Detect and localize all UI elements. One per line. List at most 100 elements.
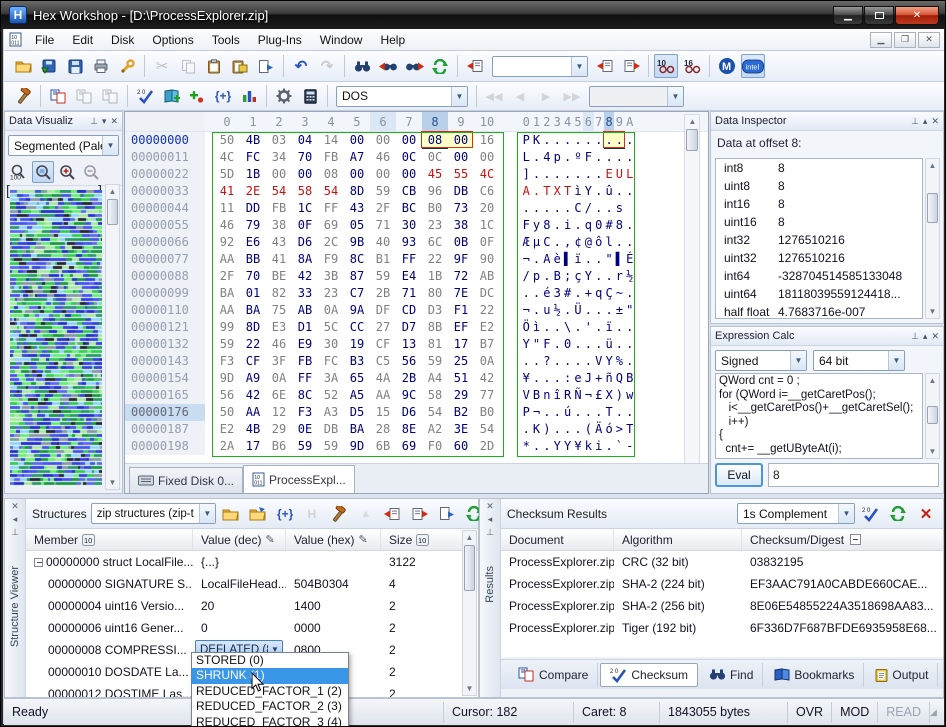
hex-byte[interactable]: 20 [474, 200, 500, 217]
ascii-char[interactable]: . [625, 149, 635, 166]
hex-byte[interactable]: A4 [422, 370, 448, 387]
hex-display-icon[interactable] [850, 534, 861, 545]
ascii-char[interactable]: . [542, 166, 552, 183]
ascii-char[interactable]: . [594, 132, 604, 149]
ascii-char[interactable]: ) [542, 421, 552, 438]
ascii-char[interactable]: . [614, 319, 624, 336]
bookmark-combobox[interactable]: ▼ [589, 86, 684, 107]
mdi-minimize-button[interactable]: ▁ [870, 32, 892, 48]
hex-byte[interactable]: 4A [370, 370, 396, 387]
ascii-char[interactable]: . [583, 404, 593, 421]
bit-width-combobox[interactable]: 64 bit▼ [813, 350, 905, 371]
ascii-char[interactable]: @ [583, 234, 593, 251]
ascii-char[interactable]: . [562, 132, 572, 149]
ascii-char[interactable]: " [604, 251, 614, 268]
copy-selection-button[interactable] [410, 504, 430, 524]
hex-byte[interactable]: 43 [266, 234, 292, 251]
ascii-char[interactable]: . [542, 200, 552, 217]
hex-byte[interactable]: FB [292, 353, 318, 370]
hex-byte[interactable]: 15 [370, 404, 396, 421]
ascii-char[interactable]: ¬ [583, 387, 593, 404]
hex-byte[interactable]: CB [396, 183, 422, 200]
hex-byte[interactable]: 43 [344, 200, 370, 217]
hex-byte[interactable]: 50 [214, 132, 240, 149]
collapse-node-icon[interactable] [34, 558, 43, 567]
ascii-char[interactable]: . [552, 217, 562, 234]
hex-byte[interactable]: 9D [214, 370, 240, 387]
column-header-document[interactable]: Document [501, 529, 614, 550]
hex-byte[interactable]: 59 [292, 438, 318, 455]
hex-byte[interactable]: 28 [370, 421, 396, 438]
ascii-char[interactable]: J [583, 370, 593, 387]
hex-byte[interactable]: 40 [370, 234, 396, 251]
copy-button[interactable] [176, 54, 200, 78]
ascii-char[interactable]: Y [604, 353, 614, 370]
ascii-char[interactable]: P [521, 404, 531, 421]
hex-byte[interactable]: DF [370, 302, 396, 319]
hex-byte[interactable]: 14 [318, 132, 344, 149]
hex-byte[interactable]: 22 [422, 251, 448, 268]
ascii-char[interactable]: ; [562, 268, 572, 285]
ascii-char[interactable]: . [573, 421, 583, 438]
preferences-button[interactable] [115, 54, 139, 78]
ascii-char[interactable]: . [625, 217, 635, 234]
ascii-char[interactable]: p [552, 149, 562, 166]
ascii-char[interactable]: ] [521, 166, 531, 183]
hex-byte[interactable]: E6 [240, 234, 266, 251]
hex-byte[interactable]: F1 [448, 302, 474, 319]
inspector-row[interactable]: uint88 [716, 177, 922, 195]
ascii-char[interactable]: î [552, 387, 562, 404]
ascii-char[interactable]: Y [562, 438, 572, 455]
hex-byte[interactable]: 4B [240, 421, 266, 438]
hex-byte[interactable]: 03 [266, 132, 292, 149]
hex-byte[interactable]: 81 [422, 336, 448, 353]
ascii-char[interactable]: . [583, 132, 593, 149]
ascii-char[interactable]: . [562, 302, 572, 319]
ascii-char[interactable]: R [562, 387, 572, 404]
ascii-char[interactable]: ¬ [521, 251, 531, 268]
ascii-char[interactable]: > [614, 421, 624, 438]
ascii-char[interactable]: . [573, 336, 583, 353]
menu-tools[interactable]: Tools [203, 30, 249, 50]
ascii-char[interactable]: Æ [521, 234, 531, 251]
ascii-char[interactable]: É [625, 251, 635, 268]
edit-structure-button[interactable] [329, 504, 349, 524]
hex-scrollbar[interactable]: ▲ ▼ [684, 114, 700, 486]
structure-row[interactable]: 00000006 uint16 Gener...000002 [26, 617, 478, 639]
ascii-char[interactable]: - [625, 438, 635, 455]
ascii-char[interactable]: . [614, 183, 624, 200]
ascii-char[interactable]: ? [542, 353, 552, 370]
ascii-char[interactable]: . [594, 268, 604, 285]
collapse-left-icon[interactable]: ◂ [13, 514, 18, 527]
statistics-button[interactable] [237, 84, 261, 108]
goto-button[interactable] [463, 54, 487, 78]
hex-byte[interactable]: 8C [292, 387, 318, 404]
hex-byte[interactable]: A2 [422, 421, 448, 438]
hex-byte[interactable]: 2B [370, 285, 396, 302]
ascii-char[interactable]: \ [562, 319, 572, 336]
chevron-up-icon[interactable]: ▴ [923, 116, 928, 127]
close-icon[interactable]: ✕ [11, 501, 19, 514]
hex-byte[interactable]: CC [344, 319, 370, 336]
results-tab-find[interactable]: Find [700, 663, 763, 687]
compare-files-button[interactable] [46, 84, 70, 108]
ascii-char[interactable]: . [521, 200, 531, 217]
ascii-char[interactable]: y [531, 217, 541, 234]
hex-byte[interactable]: 99 [214, 319, 240, 336]
hex-byte[interactable]: 23 [318, 285, 344, 302]
hex-byte[interactable]: 22 [240, 336, 266, 353]
title-bar[interactable]: H Hex Workshop - [D:\ProcessExplorer.zip… [1, 1, 946, 29]
hex-byte[interactable]: E3 [266, 319, 292, 336]
ascii-char[interactable]: V [594, 353, 604, 370]
hex-byte[interactable]: 01 [240, 285, 266, 302]
hex-byte[interactable]: B6 [266, 438, 292, 455]
undo-button[interactable]: ↶ [289, 54, 313, 78]
ascii-char[interactable]: . [521, 285, 531, 302]
column-header-size[interactable]: Size10 [381, 529, 453, 550]
intel-byteorder-button[interactable]: intel [741, 54, 765, 78]
inspector-row[interactable]: half float4.7683716e-007 [716, 303, 922, 319]
ascii-char[interactable]: K [531, 421, 541, 438]
ascii-char[interactable]: . [562, 421, 572, 438]
compare-next-button[interactable] [72, 84, 96, 108]
hex-byte[interactable]: 59 [370, 268, 396, 285]
